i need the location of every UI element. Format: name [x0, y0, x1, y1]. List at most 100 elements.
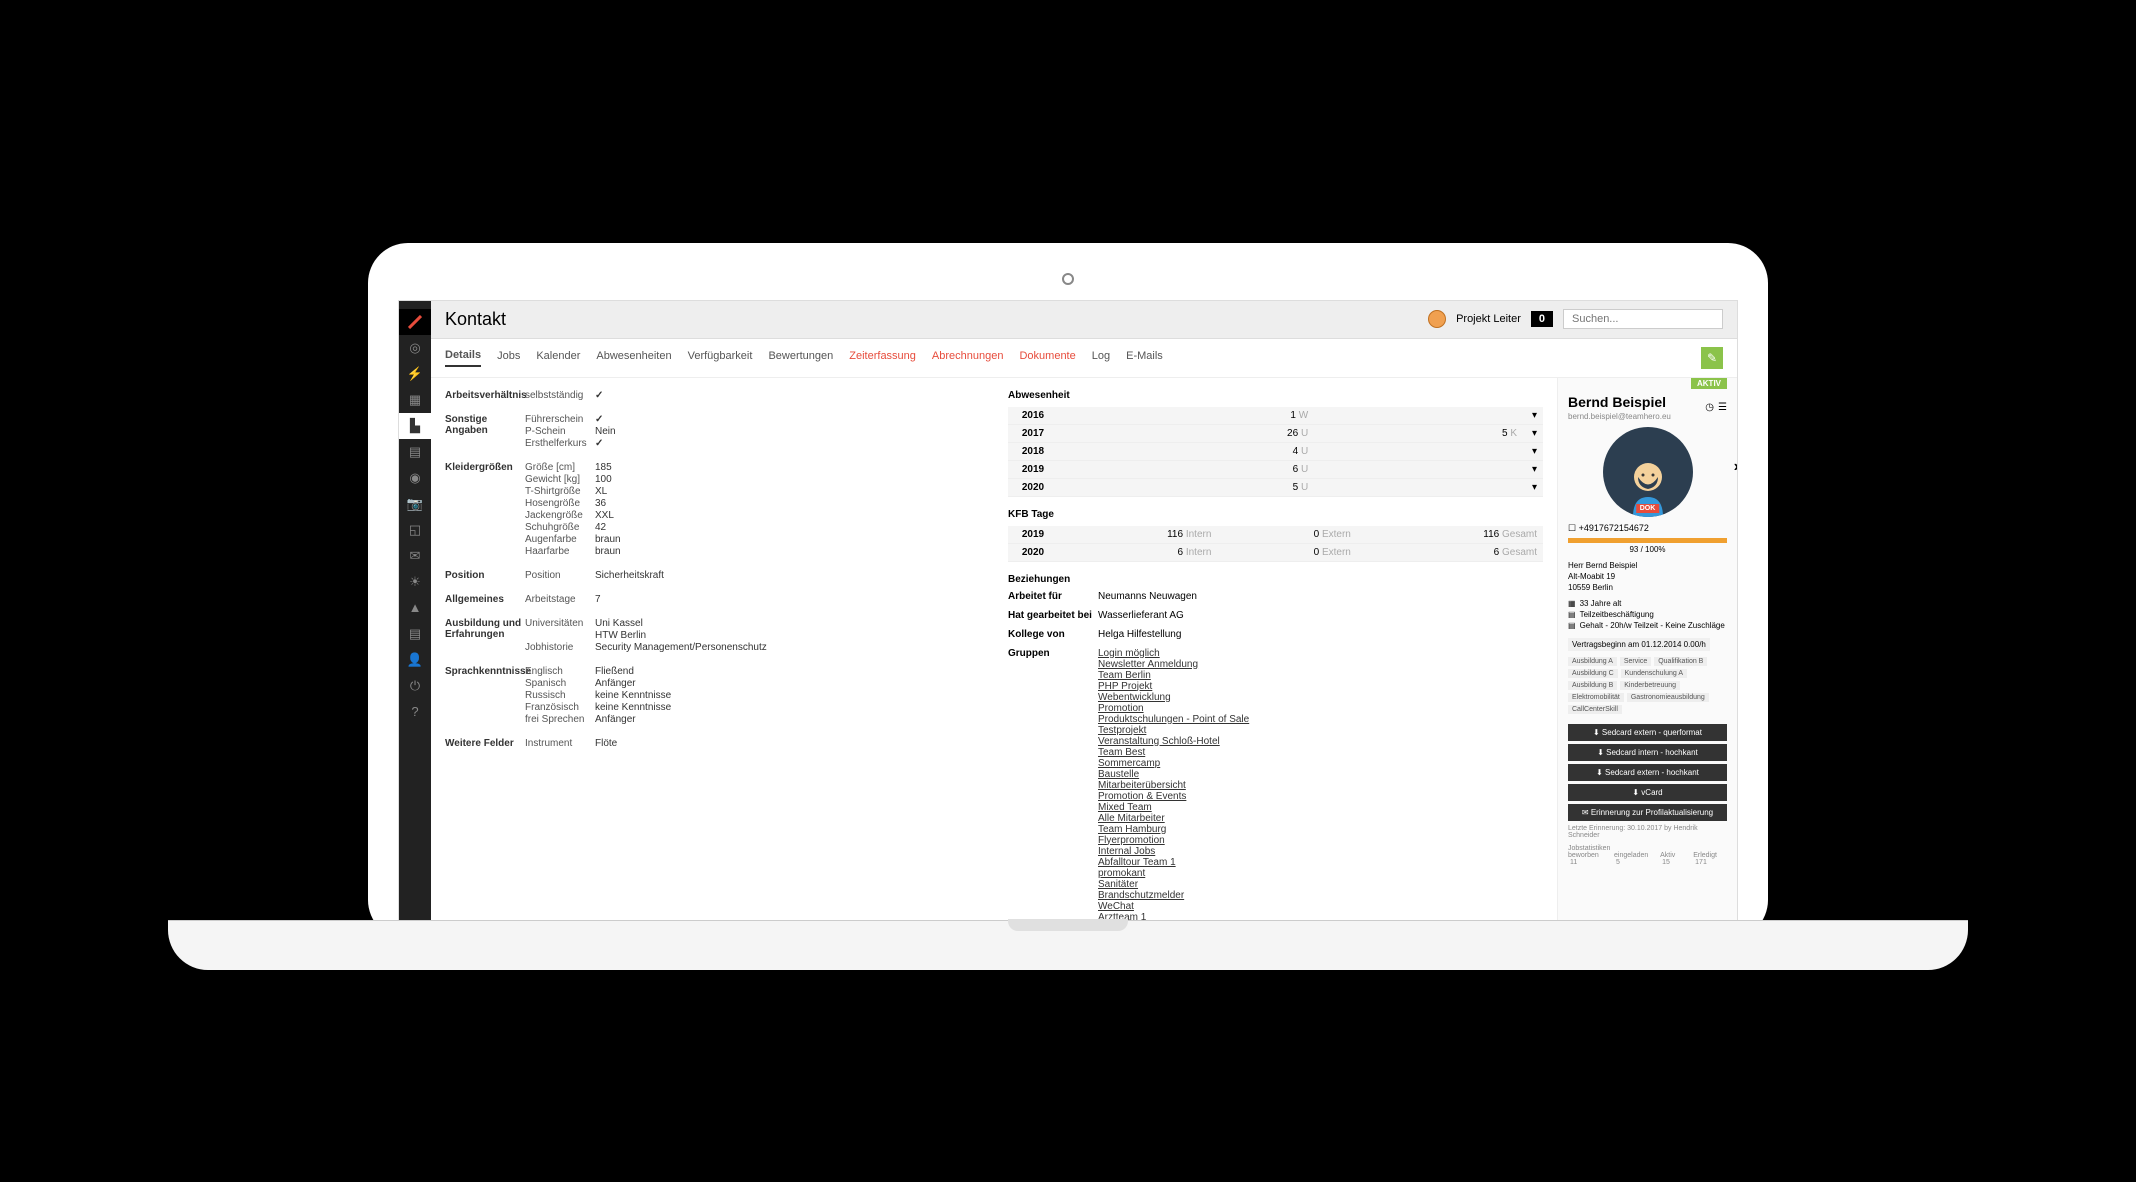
tab-details[interactable]: Details [445, 349, 481, 367]
action-button[interactable]: ⬇ Sedcard extern - hochkant [1568, 764, 1727, 781]
chevron-down-icon[interactable]: ▾ [1523, 460, 1543, 478]
nav-disk-icon[interactable]: ◱ [399, 517, 431, 543]
detail-value: braun [595, 546, 621, 557]
tab-dokumente[interactable]: Dokumente [1019, 350, 1075, 366]
tab-emails[interactable]: E-Mails [1126, 350, 1163, 366]
edit-button[interactable]: ✎ [1701, 347, 1723, 369]
skill-tag[interactable]: Elektromobilität [1568, 693, 1624, 702]
skill-tag[interactable]: Ausbildung A [1568, 657, 1617, 666]
tab-jobs[interactable]: Jobs [497, 350, 520, 366]
user-name[interactable]: Projekt Leiter [1456, 313, 1521, 325]
group-link[interactable]: Baustelle [1098, 769, 1543, 780]
next-arrow-icon[interactable]: › [1734, 458, 1737, 476]
clock-icon[interactable]: ◷ [1705, 402, 1714, 413]
group-link[interactable]: Promotion & Events [1098, 791, 1543, 802]
nav-sun-icon[interactable]: ☀ [399, 569, 431, 595]
nav-contacts-icon[interactable]: ▙ [399, 413, 431, 439]
table-row[interactable]: 20205 U▾ [1008, 478, 1543, 496]
group-link[interactable]: Login möglich [1098, 648, 1543, 659]
group-link[interactable]: Mitarbeiterübersicht [1098, 780, 1543, 791]
nav-rocket-icon[interactable]: ▲ [399, 595, 431, 621]
group-link[interactable]: Webentwicklung [1098, 692, 1543, 703]
logo-icon[interactable] [399, 309, 431, 335]
nav-target-icon[interactable]: ◉ [399, 465, 431, 491]
detail-value: 36 [595, 498, 606, 509]
detail-value: 42 [595, 522, 606, 533]
action-button[interactable]: ⬇ Sedcard intern - hochkant [1568, 744, 1727, 761]
group-link[interactable]: Internal Jobs [1098, 846, 1543, 857]
user-avatar-icon[interactable] [1428, 310, 1446, 328]
nav-doc-icon[interactable]: ▤ [399, 621, 431, 647]
skill-tag[interactable]: CallCenterSkill [1568, 705, 1622, 714]
group-link[interactable]: Newsletter Anmeldung [1098, 659, 1543, 670]
skill-tag[interactable]: Ausbildung C [1568, 669, 1618, 678]
person-phone[interactable]: ☐ +4917672154672 [1568, 523, 1727, 534]
group-link[interactable]: Flyerpromotion [1098, 835, 1543, 846]
skill-tag[interactable]: Qualifikation B [1654, 657, 1707, 666]
nav-dashboard-icon[interactable]: ◎ [399, 335, 431, 361]
skills-tags: Ausbildung AServiceQualifikation B Ausbil… [1568, 657, 1727, 714]
table-row[interactable]: 20184 U▾ [1008, 442, 1543, 460]
stat-item: eingeladen 5 [1614, 852, 1650, 866]
group-link[interactable]: Testprojekt [1098, 725, 1543, 736]
person-email[interactable]: bernd.beispiel@teamhero.eu [1568, 412, 1727, 421]
nav-flash-icon[interactable]: ⚡ [399, 361, 431, 387]
detail-key: T-Shirtgröße [525, 486, 595, 497]
tab-verfuegbarkeit[interactable]: Verfügbarkeit [688, 350, 753, 366]
skill-tag[interactable]: Service [1620, 657, 1651, 666]
nav-mail-icon[interactable]: ✉ [399, 543, 431, 569]
skill-tag[interactable]: Gastronomieausbildung [1627, 693, 1709, 702]
nav-camera-icon[interactable]: 📷 [399, 491, 431, 517]
notification-count[interactable]: 0 [1531, 311, 1553, 327]
group-link[interactable]: promokant [1098, 868, 1543, 879]
group-link[interactable]: Produktschulungen - Point of Sale [1098, 714, 1543, 725]
relation-label: Hat gearbeitet bei [1008, 610, 1098, 621]
action-button[interactable]: ⬇ vCard [1568, 784, 1727, 801]
nav-help-icon[interactable]: ? [399, 699, 431, 725]
chevron-down-icon[interactable]: ▾ [1523, 478, 1543, 496]
table-row[interactable]: 20161 W▾ [1008, 407, 1543, 425]
tab-bewertungen[interactable]: Bewertungen [768, 350, 833, 366]
group-link[interactable]: Team Berlin [1098, 670, 1543, 681]
group-link[interactable]: Promotion [1098, 703, 1543, 714]
dok-badge: DOK [1636, 504, 1660, 513]
group-link[interactable]: Alle Mitarbeiter [1098, 813, 1543, 824]
action-button[interactable]: ⬇ Sedcard extern - querformat [1568, 724, 1727, 741]
skill-tag[interactable]: Ausbildung B [1568, 681, 1617, 690]
group-link[interactable]: Veranstaltung Schloß-Hotel [1098, 736, 1543, 747]
nav-user-icon[interactable]: 👤 [399, 647, 431, 673]
detail-key: Position [525, 570, 595, 581]
nav-calendar-icon[interactable]: ▦ [399, 387, 431, 413]
group-link[interactable]: Mixed Team [1098, 802, 1543, 813]
nav-table-icon[interactable]: ▤ [399, 439, 431, 465]
relation-value: Neumanns Neuwagen [1098, 591, 1543, 602]
chevron-down-icon[interactable]: ▾ [1523, 407, 1543, 425]
group-link[interactable]: Sommercamp [1098, 758, 1543, 769]
table-row[interactable]: 201726 U5 K▾ [1008, 424, 1543, 442]
detail-value: ✓ [595, 438, 603, 449]
group-link[interactable]: PHP Projekt [1098, 681, 1543, 692]
action-button[interactable]: ✉ Erinnerung zur Profilaktualisierung [1568, 804, 1727, 821]
chevron-down-icon[interactable]: ▾ [1523, 424, 1543, 442]
detail-value: HTW Berlin [595, 630, 646, 641]
person-age: ▦ 33 Jahre alt [1568, 599, 1727, 608]
tab-abrechnungen[interactable]: Abrechnungen [932, 350, 1004, 366]
tab-kalender[interactable]: Kalender [536, 350, 580, 366]
tab-zeiterfassung[interactable]: Zeiterfassung [849, 350, 916, 366]
list-icon[interactable]: ☰ [1718, 402, 1727, 413]
nav-power-icon[interactable]: ⏻ [399, 673, 431, 699]
table-row[interactable]: 20196 U▾ [1008, 460, 1543, 478]
group-link[interactable]: Sanitäter [1098, 879, 1543, 890]
group-link[interactable]: Team Hamburg [1098, 824, 1543, 835]
skill-tag[interactable]: Kinderbetreuung [1620, 681, 1680, 690]
search-input[interactable] [1563, 309, 1723, 329]
chevron-down-icon[interactable]: ▾ [1523, 442, 1543, 460]
nav-sidebar: ◎ ⚡ ▦ ▙ ▤ ◉ 📷 ◱ ✉ ☀ ▲ ▤ 👤 ⏻ ? [399, 301, 431, 939]
group-link[interactable]: Team Best [1098, 747, 1543, 758]
tab-abwesenheiten[interactable]: Abwesenheiten [596, 350, 671, 366]
group-link[interactable]: Brandschutzmelder [1098, 890, 1543, 901]
group-link[interactable]: Abfalltour Team 1 [1098, 857, 1543, 868]
tab-log[interactable]: Log [1092, 350, 1110, 366]
group-link[interactable]: WeChat [1098, 901, 1543, 912]
skill-tag[interactable]: Kundenschulung A [1621, 669, 1687, 678]
